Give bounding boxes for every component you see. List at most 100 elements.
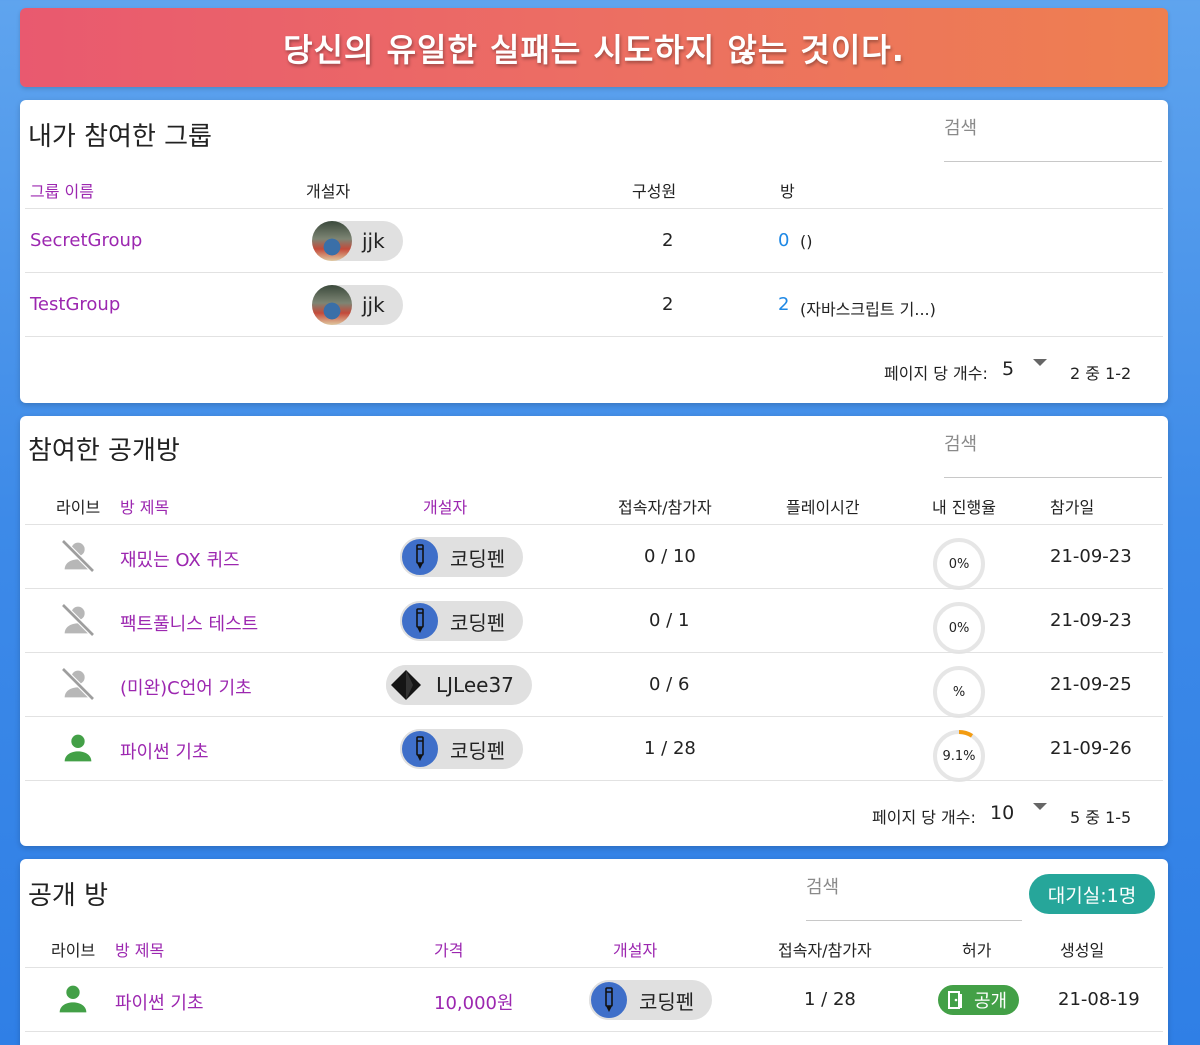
owner-chip[interactable]: 코딩펜 — [589, 980, 713, 1020]
group-search — [944, 100, 1162, 162]
progress-ring: 0% — [932, 601, 986, 655]
owner-name: jjk — [362, 229, 385, 253]
owner-chip[interactable]: jjk — [312, 221, 403, 261]
gem-icon — [386, 665, 426, 705]
divider — [25, 652, 1163, 653]
joined-date: 21-09-25 — [1050, 674, 1132, 695]
progress-label: 9.1% — [942, 748, 976, 764]
avatar — [312, 285, 352, 325]
owner-name: LJLee37 — [436, 673, 514, 697]
group-name-link[interactable]: TestGroup — [30, 294, 120, 315]
user-count: 1 / 28 — [804, 989, 856, 1010]
divider — [25, 1031, 1163, 1032]
divider — [25, 716, 1163, 717]
col-playtime: 플레이시간 — [786, 498, 860, 517]
room-price: 10,000원 — [434, 993, 514, 1014]
col-users: 접속자/참가자 — [778, 941, 872, 960]
card-title: 내가 참여한 그룹 — [28, 122, 212, 152]
public-rooms-card: 공개 방 대기실:1명 라이브 방 제목 가격 개설자 접속자/참가자 허가 생… — [20, 859, 1168, 1045]
search-input[interactable] — [944, 118, 1162, 139]
joined-date: 21-09-23 — [1050, 546, 1132, 567]
joined-public-rooms-card: 참여한 공개방 라이브 방 제목 개설자 접속자/참가자 플레이시간 내 진행율… — [20, 416, 1168, 846]
progress-ring: 0% — [932, 537, 986, 591]
card-title: 참여한 공개방 — [28, 436, 180, 466]
owner-name: 코딩펜 — [450, 546, 506, 571]
user-count: 0 / 6 — [649, 674, 690, 695]
permission-badge: 공개 — [938, 985, 1020, 1015]
room-count[interactable]: 2 — [778, 294, 789, 315]
created-date: 21-08-19 — [1058, 989, 1140, 1010]
chevron-down-icon[interactable] — [1033, 359, 1047, 366]
user-count: 0 / 10 — [644, 546, 696, 567]
joined-date: 21-09-23 — [1050, 610, 1132, 631]
col-title[interactable]: 방 제목 — [115, 937, 164, 961]
col-group-name[interactable]: 그룹 이름 — [30, 178, 94, 202]
member-count: 2 — [662, 294, 674, 315]
member-count: 2 — [662, 230, 674, 251]
chevron-down-icon[interactable] — [1033, 803, 1047, 810]
room-title-link[interactable]: (미완)C언어 기초 — [120, 674, 252, 700]
progress-ring: 9.1% — [932, 729, 986, 783]
user-count: 0 / 1 — [649, 610, 690, 631]
rows-per-page-select[interactable]: 5 — [1002, 358, 1014, 380]
progress-ring: % — [932, 665, 986, 719]
progress-label: 0% — [948, 556, 970, 572]
divider — [25, 967, 1163, 968]
rows-per-page-label: 페이지 당 개수: — [872, 808, 976, 827]
col-title[interactable]: 방 제목 — [120, 494, 169, 518]
permission-label: 공개 — [974, 991, 1008, 1012]
pen-icon — [400, 537, 440, 577]
owner-name: 코딩펜 — [450, 610, 506, 635]
col-created: 생성일 — [1060, 941, 1105, 960]
divider — [25, 588, 1163, 589]
owner-chip[interactable]: 코딩펜 — [400, 729, 524, 769]
card-title: 공개 방 — [28, 881, 109, 911]
room-title-link[interactable]: 재밌는 OX 퀴즈 — [120, 546, 240, 572]
room-names: () — [800, 232, 813, 251]
motivation-banner: 당신의 유일한 실패는 시도하지 않는 것이다. — [20, 8, 1168, 87]
owner-name: jjk — [362, 293, 385, 317]
divider — [25, 780, 1163, 781]
col-rooms: 방 — [780, 182, 795, 201]
divider — [25, 208, 1163, 209]
person-off-icon — [61, 539, 95, 573]
person-off-icon — [61, 603, 95, 637]
person-off-icon — [61, 667, 95, 701]
progress-label: 0% — [948, 620, 970, 636]
col-users: 접속자/참가자 — [618, 498, 712, 517]
divider — [25, 272, 1163, 273]
rows-per-page-select[interactable]: 10 — [990, 802, 1014, 824]
divider — [25, 524, 1163, 525]
col-live: 라이브 — [56, 498, 101, 517]
search-input[interactable] — [806, 877, 1022, 898]
person-icon — [59, 985, 87, 1013]
owner-chip[interactable]: 코딩펜 — [400, 601, 524, 641]
room-names: (자바스크립트 기...) — [800, 300, 936, 319]
pen-icon — [400, 729, 440, 769]
door-icon — [948, 991, 962, 1009]
group-name-link[interactable]: SecretGroup — [30, 230, 142, 251]
col-permission: 허가 — [962, 941, 992, 960]
owner-name: 코딩펜 — [450, 738, 506, 763]
rows-per-page-label: 페이지 당 개수: — [884, 364, 988, 383]
owner-chip[interactable]: 코딩펜 — [400, 537, 524, 577]
room-search — [944, 416, 1162, 478]
owner-chip[interactable]: jjk — [312, 285, 403, 325]
owner-chip[interactable]: LJLee37 — [386, 665, 532, 705]
col-joined: 참가일 — [1050, 498, 1095, 517]
pen-icon — [589, 980, 629, 1020]
room-title-link[interactable]: 팩트풀니스 테스트 — [120, 610, 258, 636]
col-live: 라이브 — [51, 941, 96, 960]
col-owner[interactable]: 개설자 — [613, 937, 657, 961]
avatar — [312, 221, 352, 261]
waiting-room-button[interactable]: 대기실:1명 — [1029, 874, 1155, 914]
public-room-search — [806, 859, 1022, 921]
room-title-link[interactable]: 파이썬 기초 — [120, 738, 209, 764]
progress-label: % — [952, 684, 966, 700]
search-input[interactable] — [944, 434, 1162, 455]
user-count: 1 / 28 — [644, 738, 696, 759]
col-owner[interactable]: 개설자 — [423, 494, 467, 518]
room-title-link[interactable]: 파이썬 기초 — [115, 989, 204, 1015]
room-count[interactable]: 0 — [778, 230, 789, 251]
col-price[interactable]: 가격 — [434, 937, 463, 961]
